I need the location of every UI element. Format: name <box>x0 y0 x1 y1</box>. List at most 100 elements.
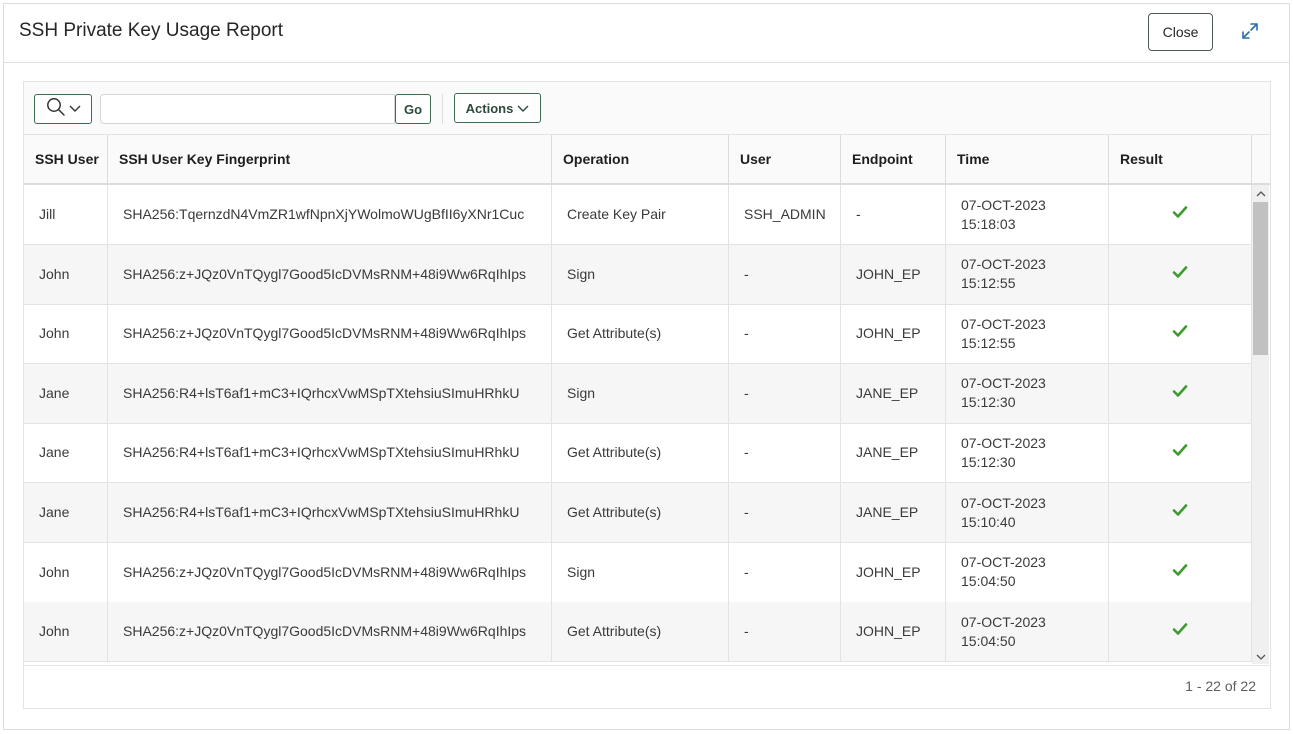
cell-ssh-user: Jill <box>24 185 108 244</box>
cell-fingerprint-text: SHA256:z+JQz0VnTQygl7Good5IcDVMsRNM+48i9… <box>123 622 526 641</box>
search-icon <box>46 97 66 122</box>
cell-ssh-user-text: Jane <box>39 503 69 522</box>
scroll-up-button[interactable] <box>1252 185 1269 202</box>
cell-fingerprint: SHA256:z+JQz0VnTQygl7Good5IcDVMsRNM+48i9… <box>108 245 552 304</box>
cell-user: SSH_ADMIN <box>729 185 841 244</box>
expand-icon <box>1240 21 1260 46</box>
expand-button[interactable] <box>1236 21 1264 45</box>
time-clock: 15:12:55 <box>961 334 1046 353</box>
cell-endpoint: JANE_EP <box>841 423 946 482</box>
cell-endpoint-text: JOHN_EP <box>856 563 921 582</box>
cell-fingerprint-text: SHA256:z+JQz0VnTQygl7Good5IcDVMsRNM+48i9… <box>123 265 526 284</box>
cell-ssh-user: John <box>24 602 108 661</box>
cell-ssh-user: John <box>24 304 108 363</box>
time-date: 07-OCT-2023 <box>961 255 1046 274</box>
cell-user: - <box>729 304 841 363</box>
cell-time: 07-OCT-202315:18:03 <box>946 185 1109 244</box>
success-check-icon <box>1172 384 1188 403</box>
cell-user: - <box>729 543 841 602</box>
actions-menu-button[interactable]: Actions <box>454 93 541 123</box>
table-row[interactable]: Jane SHA256:R4+lsT6af1+mC3+IQrhcxVwMSpTXt… <box>24 364 1252 424</box>
time-date: 07-OCT-2023 <box>961 196 1046 215</box>
cell-fingerprint: SHA256:z+JQz0VnTQygl7Good5IcDVMsRNM+48i9… <box>108 304 552 363</box>
time-date: 07-OCT-2023 <box>961 494 1046 513</box>
vertical-scrollbar[interactable] <box>1252 185 1269 664</box>
cell-endpoint-text: JANE_EP <box>856 503 918 522</box>
table-row[interactable]: JillSHA256:TqernzdN4VmZR1wfNpnXjYWolmoWU… <box>24 185 1252 245</box>
time-stack: 07-OCT-202315:12:55 <box>961 255 1046 293</box>
cell-time: 07-OCT-202315:04:50 <box>946 602 1109 661</box>
scrollbar-thumb[interactable] <box>1253 202 1268 355</box>
column-header-endpoint[interactable]: Endpoint <box>841 135 946 183</box>
cell-ssh-user: Jane <box>24 423 108 482</box>
cell-result <box>1109 543 1252 602</box>
column-header-result[interactable]: Result <box>1109 135 1252 183</box>
cell-operation: Get Attribute(s) <box>552 483 729 542</box>
cell-endpoint-text: JANE_EP <box>856 384 918 403</box>
time-date: 07-OCT-2023 <box>961 553 1046 572</box>
cell-endpoint: - <box>841 185 946 244</box>
cell-user-text: - <box>744 384 749 403</box>
table-row[interactable]: John SHA256:z+JQz0VnTQygl7Good5IcDVMsRNM+… <box>24 602 1252 662</box>
table-header: SSH User SSH User Key Fingerprint Operat… <box>24 135 1252 185</box>
cell-fingerprint-text: SHA256:z+JQz0VnTQygl7Good5IcDVMsRNM+48i9… <box>123 324 526 343</box>
report-footer: 1 - 22 of 22 <box>24 665 1270 708</box>
cell-operation-text: Get Attribute(s) <box>567 443 661 462</box>
table-row[interactable]: Jane SHA256:R4+lsT6af1+mC3+IQrhcxVwMSpTXt… <box>24 423 1252 483</box>
cell-user: - <box>729 423 841 482</box>
table-row[interactable]: Jane SHA256:R4+lsT6af1+mC3+IQrhcxVwMSpTXt… <box>24 483 1252 543</box>
cell-time: 07-OCT-202315:12:55 <box>946 245 1109 304</box>
cell-operation-text: Create Key Pair <box>567 205 666 224</box>
time-stack: 07-OCT-202315:18:03 <box>961 196 1046 234</box>
cell-ssh-user-text: John <box>39 563 69 582</box>
scroll-down-button[interactable] <box>1252 648 1269 664</box>
chevron-down-icon <box>69 100 81 118</box>
cell-operation: Sign <box>552 543 729 602</box>
cell-endpoint: JANE_EP <box>841 364 946 423</box>
cell-user-text: - <box>744 503 749 522</box>
cell-user-text: - <box>744 324 749 343</box>
chevron-down-icon <box>517 101 529 116</box>
success-check-icon <box>1172 205 1188 224</box>
search-input[interactable] <box>100 94 395 124</box>
cell-operation-text: Sign <box>567 384 595 403</box>
column-header-fingerprint[interactable]: SSH User Key Fingerprint <box>108 135 552 183</box>
close-button[interactable]: Close <box>1148 13 1213 51</box>
success-check-icon <box>1172 503 1188 522</box>
cell-operation-text: Get Attribute(s) <box>567 503 661 522</box>
cell-fingerprint-text: SHA256:z+JQz0VnTQygl7Good5IcDVMsRNM+48i9… <box>123 563 526 582</box>
cell-fingerprint-text: SHA256:R4+lsT6af1+mC3+IQrhcxVwMSpTXtehsi… <box>123 443 519 462</box>
cell-result <box>1109 245 1252 304</box>
cell-fingerprint: SHA256:z+JQz0VnTQygl7Good5IcDVMsRNM+48i9… <box>108 602 552 661</box>
cell-ssh-user: John <box>24 245 108 304</box>
cell-fingerprint: SHA256:R4+lsT6af1+mC3+IQrhcxVwMSpTXtehsi… <box>108 423 552 482</box>
time-clock: 15:18:03 <box>961 215 1046 234</box>
cell-endpoint-text: - <box>856 205 861 224</box>
go-button[interactable]: Go <box>395 94 431 124</box>
cell-ssh-user-text: Jane <box>39 384 69 403</box>
cell-fingerprint-text: SHA256:R4+lsT6af1+mC3+IQrhcxVwMSpTXtehsi… <box>123 384 519 403</box>
column-header-user[interactable]: User <box>729 135 841 183</box>
column-header-operation[interactable]: Operation <box>552 135 729 183</box>
time-clock: 15:12:30 <box>961 393 1046 412</box>
time-stack: 07-OCT-202315:10:40 <box>961 494 1046 532</box>
table-row[interactable]: John SHA256:z+JQz0VnTQygl7Good5IcDVMsRNM+… <box>24 245 1252 305</box>
cell-time: 07-OCT-202315:12:30 <box>946 423 1109 482</box>
table-row[interactable]: John SHA256:z+JQz0VnTQygl7Good5IcDVMsRNM+… <box>24 543 1252 603</box>
cell-fingerprint: SHA256:TqernzdN4VmZR1wfNpnXjYWolmoWUgBfI… <box>108 185 552 244</box>
cell-time: 07-OCT-202315:12:55 <box>946 304 1109 363</box>
time-stack: 07-OCT-202315:12:30 <box>961 434 1046 472</box>
column-header-ssh-user[interactable]: SSH User <box>24 135 108 183</box>
time-date: 07-OCT-2023 <box>961 613 1046 632</box>
cell-fingerprint-text: SHA256:R4+lsT6af1+mC3+IQrhcxVwMSpTXtehsi… <box>123 503 519 522</box>
time-date: 07-OCT-2023 <box>961 315 1046 334</box>
cell-user: - <box>729 602 841 661</box>
report-dialog: SSH Private Key Usage Report Close <box>3 3 1290 730</box>
time-date: 07-OCT-2023 <box>961 434 1046 453</box>
cell-operation: Create Key Pair <box>552 185 729 244</box>
table-row[interactable]: John SHA256:z+JQz0VnTQygl7Good5IcDVMsRNM+… <box>24 304 1252 364</box>
column-header-time[interactable]: Time <box>946 135 1109 183</box>
search-column-menu-button[interactable] <box>34 94 92 124</box>
success-check-icon <box>1172 265 1188 284</box>
header-scroll-corner <box>1252 135 1270 185</box>
